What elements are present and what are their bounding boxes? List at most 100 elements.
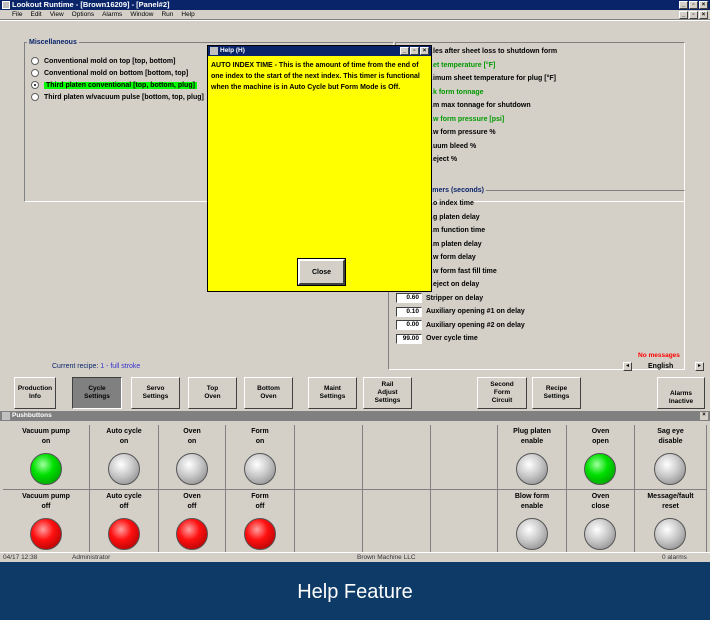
help-minimize-button[interactable]: _: [400, 47, 409, 55]
menu-file[interactable]: File: [2, 10, 26, 19]
recipe-settings-button[interactable]: Recipe Settings: [532, 377, 581, 409]
pushbutton-cell: Auto cycle off: [90, 490, 159, 555]
timer-row: 99.00 Over cycle time: [396, 332, 681, 346]
menu-options[interactable]: Options: [68, 10, 98, 19]
menu-view[interactable]: View: [46, 10, 68, 19]
timer-label: …m function time: [426, 227, 486, 235]
pushbuttons-window-icon: [2, 412, 10, 420]
help-title-bar: Help (H) _ ▫ ×: [208, 46, 431, 56]
pushbutton-label: Blow form enable: [514, 493, 550, 510]
mold-option-label: Third platen conventional [top, bottom, …: [44, 81, 197, 89]
param-label: …m max tonnage for shutdown: [426, 102, 531, 110]
param-label: …k form tonnage: [426, 88, 484, 96]
param-row: …eject %: [426, 153, 681, 167]
app-icon: [2, 1, 10, 9]
timer-row: …m platen delay: [396, 238, 681, 252]
pushbutton-label: Sag eye disable: [657, 428, 684, 445]
window-title-bar: Lookout Runtime - [Brown16209] - [Panel#…: [0, 0, 710, 10]
recipe-prefix: Current recipe:: [52, 363, 99, 370]
timer-row: …o index time: [396, 197, 681, 211]
gray-lamp-button[interactable]: [107, 453, 140, 485]
top-oven-button[interactable]: Top Oven: [188, 377, 237, 409]
menu-help[interactable]: Help: [177, 10, 198, 19]
menu-window[interactable]: Window: [126, 10, 157, 19]
minimize-button[interactable]: _: [679, 1, 688, 9]
gray-lamp-button[interactable]: [654, 518, 686, 550]
timer-value[interactable]: 99.00: [396, 333, 422, 344]
menu-run[interactable]: Run: [157, 10, 177, 19]
red-lamp-button[interactable]: [175, 518, 208, 550]
pushbuttons-title-bar: Pushbuttons ×: [0, 411, 710, 421]
timer-label: …o index time: [426, 200, 474, 208]
gray-lamp-button[interactable]: [175, 453, 208, 485]
close-button[interactable]: ×: [699, 1, 708, 9]
gray-lamp-button[interactable]: [243, 453, 276, 485]
green-lamp-button[interactable]: [584, 453, 616, 485]
gray-lamp-button[interactable]: [654, 453, 686, 485]
servo-settings-button[interactable]: Servo Settings: [131, 377, 180, 409]
language-prev-button[interactable]: ◂: [623, 362, 632, 371]
cycle-settings-button[interactable]: Cycle Settings: [72, 377, 122, 409]
pushbutton-cell: Vacuum pump off: [3, 490, 90, 555]
gray-lamp-button[interactable]: [515, 453, 548, 485]
pushbutton-cell: Vacuum pump on: [3, 425, 90, 490]
radio-icon[interactable]: [31, 57, 39, 65]
pushbutton-cell: Form off: [226, 490, 295, 555]
green-lamp-button[interactable]: [29, 453, 62, 485]
menu-edit[interactable]: Edit: [26, 10, 45, 19]
alarms-inactive-button[interactable]: Alarms Inactive: [657, 377, 705, 409]
doc-close-button[interactable]: ×: [699, 11, 708, 19]
help-title: Help (H): [220, 47, 245, 54]
help-maximize-button[interactable]: ▫: [410, 47, 419, 55]
pushbutton-cell: Message/fault reset: [635, 490, 707, 555]
param-label: …les after sheet loss to shutdown form: [426, 48, 558, 56]
second-form-circuit-button[interactable]: Second Form Circuit: [477, 377, 527, 409]
timer-value[interactable]: 0.00: [396, 320, 422, 331]
help-feature-caption: Help Feature: [0, 562, 710, 620]
pushbutton-cell: Oven close: [567, 490, 635, 555]
red-lamp-button[interactable]: [243, 518, 276, 550]
pushbutton-label: Oven off: [183, 493, 201, 510]
bottom-oven-button[interactable]: Bottom Oven: [244, 377, 293, 409]
messages-status: No messages: [638, 352, 680, 359]
help-text: AUTO INDEX TIME - This is the amount of …: [211, 62, 420, 91]
doc-minimize-button[interactable]: _: [679, 11, 688, 19]
red-lamp-button[interactable]: [107, 518, 140, 550]
gray-lamp-button[interactable]: [515, 518, 548, 550]
mold-option-label: Conventional mold on bottom [bottom, top…: [44, 69, 189, 77]
red-lamp-button[interactable]: [29, 518, 62, 550]
maint-settings-button[interactable]: Maint Settings: [308, 377, 357, 409]
timer-label: …g platen delay: [426, 213, 480, 221]
menu-alarms[interactable]: Alarms: [98, 10, 126, 19]
pushbuttons-grid: Vacuum pump on Auto cycle on Oven on Form o…: [0, 425, 710, 555]
param-row: …m max tonnage for shutdown: [426, 99, 681, 113]
radio-icon[interactable]: [31, 93, 39, 101]
doc-maximize-button[interactable]: ▫: [689, 11, 698, 19]
timer-label: …eject on delay: [426, 281, 480, 289]
pushbutton-cell: Oven on: [159, 425, 226, 490]
timer-row: 0.00 Auxiliary opening #2 on delay: [396, 319, 681, 333]
timer-row: …w form fast fill time: [396, 265, 681, 279]
timer-value[interactable]: 0.10: [396, 306, 422, 317]
timer-row: …g platen delay: [396, 211, 681, 225]
pushbuttons-close-button[interactable]: ×: [700, 412, 708, 420]
timer-row: …w form delay: [396, 251, 681, 265]
pushbutton-cell: Form on: [226, 425, 295, 490]
rail-adjust-settings-button[interactable]: Rail Adjust Settings: [363, 377, 412, 409]
timer-value[interactable]: 0.60: [396, 293, 422, 304]
timer-label: Stripper on delay: [426, 294, 484, 302]
language-next-button[interactable]: ▸: [695, 362, 704, 371]
pushbutton-cell: Oven off: [159, 490, 226, 555]
radio-icon[interactable]: [31, 69, 39, 77]
timer-row: …eject on delay: [396, 278, 681, 292]
production-info-button[interactable]: Production Info: [14, 377, 56, 409]
pushbutton-cell: [431, 490, 498, 555]
maximize-button[interactable]: ▫: [689, 1, 698, 9]
param-label: …uum bleed %: [426, 142, 477, 150]
help-close-x-button[interactable]: ×: [420, 47, 429, 55]
help-close-button[interactable]: Close: [297, 258, 346, 286]
pushbutton-label: Oven open: [591, 428, 610, 445]
radio-selected-icon[interactable]: [31, 81, 39, 89]
help-dialog: Help (H) _ ▫ × AUTO INDEX TIME - This is…: [207, 45, 432, 292]
gray-lamp-button[interactable]: [584, 518, 616, 550]
